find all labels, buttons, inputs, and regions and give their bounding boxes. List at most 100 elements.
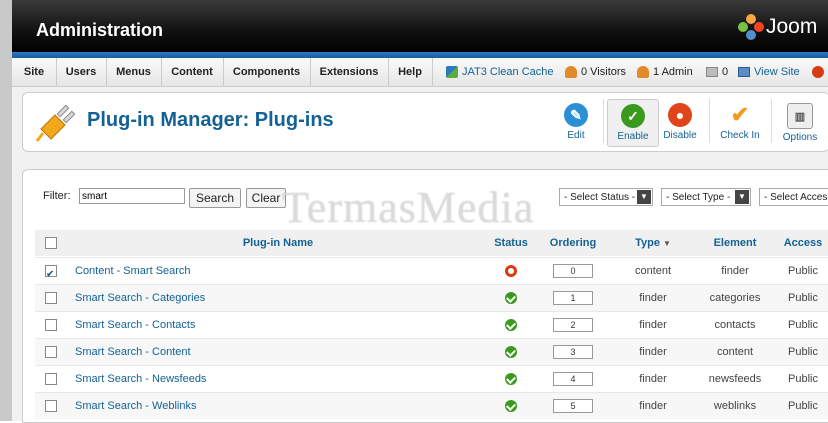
row-checkbox[interactable] xyxy=(45,373,57,386)
plugin-name-link[interactable]: Smart Search - Categories xyxy=(67,284,489,311)
row-checkbox-cell xyxy=(35,257,67,288)
select-all-cell xyxy=(35,230,68,256)
access-cell: Public xyxy=(777,338,828,365)
row-checkbox[interactable] xyxy=(45,262,57,288)
menu-menus[interactable]: Menus xyxy=(106,58,162,86)
status-cell xyxy=(489,338,533,365)
disable-button[interactable]: ● Disable xyxy=(655,99,705,145)
checkmark-icon: ✔ xyxy=(730,102,750,127)
page-title: Plug-in Manager: Plug-ins xyxy=(87,109,334,131)
menu-users[interactable]: Users xyxy=(56,58,107,86)
table-row: Smart Search - Newsfeeds 4 finder newsfeeds… xyxy=(35,365,828,391)
col-element[interactable]: Element xyxy=(693,230,778,256)
status-select[interactable]: - Select Status - ▼ xyxy=(559,188,653,206)
row-checkbox[interactable] xyxy=(45,346,57,359)
logout-link[interactable] xyxy=(812,58,828,86)
plugin-icon xyxy=(35,104,76,142)
options-icon: ▥ xyxy=(787,103,813,129)
disable-label: Disable xyxy=(663,130,697,141)
search-button[interactable]: Search xyxy=(189,188,241,208)
ordering-input[interactable]: 3 xyxy=(553,345,593,360)
access-cell: Public xyxy=(777,284,828,311)
plugin-name-link[interactable]: Smart Search - Newsfeeds xyxy=(67,365,489,392)
menu-components[interactable]: Components xyxy=(223,58,311,86)
type-select[interactable]: - Select Type - ▼ xyxy=(661,188,751,206)
check-in-button[interactable]: ✔ Check In xyxy=(715,99,765,145)
ordering-input[interactable]: 5 xyxy=(553,399,593,414)
menu-content[interactable]: Content xyxy=(161,58,224,86)
enabled-status-icon[interactable] xyxy=(505,319,517,332)
type-cell: content xyxy=(613,257,693,284)
header-title: Administration xyxy=(36,20,164,40)
options-button[interactable]: ▥ Options xyxy=(775,99,825,145)
toolbar-divider xyxy=(709,99,710,143)
element-cell: content xyxy=(693,338,777,365)
status-cell xyxy=(489,311,533,338)
element-cell: finder xyxy=(693,257,777,284)
row-checkbox[interactable] xyxy=(45,292,57,305)
access-cell: Public xyxy=(777,311,828,338)
clear-button[interactable]: Clear xyxy=(246,188,286,208)
filter-search-input[interactable] xyxy=(79,188,185,204)
enabled-status-icon[interactable] xyxy=(505,400,517,413)
col-access[interactable]: Access xyxy=(777,230,828,256)
mail-icon xyxy=(706,67,718,77)
table-row: Smart Search - Contacts 2 finder contacts Pu… xyxy=(35,311,828,337)
ordering-input[interactable]: 1 xyxy=(553,291,593,306)
enabled-status-icon[interactable] xyxy=(505,292,517,305)
ordering-cell: 3 xyxy=(533,338,613,365)
admin-header: Administration Joom xyxy=(12,0,828,52)
status-select-value: - Select Status - xyxy=(564,191,636,203)
enable-button[interactable]: ✓ Enable xyxy=(607,99,659,147)
select-all-checkbox[interactable] xyxy=(45,237,57,250)
ordering-input[interactable]: 2 xyxy=(553,318,593,333)
ordering-input[interactable]: 0 xyxy=(553,264,593,279)
plugin-name-link[interactable]: Smart Search - Contacts xyxy=(67,311,489,338)
edit-label: Edit xyxy=(567,130,585,141)
access-select[interactable]: - Select Access - xyxy=(759,188,828,206)
status-cell xyxy=(489,284,533,311)
edit-button[interactable]: ✎ Edit xyxy=(551,99,601,145)
users-icon xyxy=(565,66,577,78)
row-checkbox[interactable] xyxy=(45,319,57,332)
enabled-status-icon[interactable] xyxy=(505,373,517,386)
messages-status[interactable]: 0 xyxy=(706,58,728,86)
col-type[interactable]: Type ▼ xyxy=(613,230,694,256)
enabled-status-icon[interactable] xyxy=(505,346,517,359)
col-ordering[interactable]: Ordering xyxy=(533,230,614,256)
admin-user-icon xyxy=(637,66,649,78)
check-in-label: Check In xyxy=(720,130,760,141)
chevron-down-icon: ▼ xyxy=(637,190,651,204)
check-icon: ✓ xyxy=(621,104,645,128)
element-cell: categories xyxy=(693,284,777,311)
filter-label: Filter: xyxy=(43,190,71,202)
disabled-status-icon[interactable] xyxy=(505,265,517,278)
row-checkbox-cell xyxy=(35,338,67,365)
plugin-name-link[interactable]: Content - Smart Search xyxy=(67,257,489,284)
admins-label: 1 Admin xyxy=(653,66,693,78)
clean-cache-link[interactable]: JAT3 Clean Cache xyxy=(446,58,554,86)
access-cell: Public xyxy=(777,365,828,392)
ordering-input[interactable]: 4 xyxy=(553,372,593,387)
chevron-down-icon: ▼ xyxy=(735,190,749,204)
status-cell xyxy=(489,365,533,392)
view-site-link[interactable]: View Site xyxy=(738,58,800,86)
view-site-label: View Site xyxy=(754,66,800,78)
plugin-name-link[interactable]: Smart Search - Weblinks xyxy=(67,392,489,419)
joomla-logo-icon xyxy=(738,14,764,40)
menu-extensions[interactable]: Extensions xyxy=(310,58,389,86)
admins-status: 1 Admin xyxy=(637,58,693,86)
admin-frame: Administration Joom Site Users Menus Con… xyxy=(12,0,828,423)
row-checkbox-cell xyxy=(35,311,67,338)
type-cell: finder xyxy=(613,365,693,392)
plugin-name-link[interactable]: Smart Search - Content xyxy=(67,338,489,365)
table-row: Content - Smart Search 0 contentfinderPubl… xyxy=(35,257,828,288)
row-checkbox[interactable] xyxy=(45,400,57,413)
menu-help[interactable]: Help xyxy=(388,58,433,86)
ordering-cell: 0 xyxy=(533,257,613,284)
col-plugin-name[interactable]: Plug-in Name xyxy=(67,230,490,256)
col-status[interactable]: Status xyxy=(489,230,534,256)
menu-site[interactable]: Site xyxy=(12,58,57,86)
options-label: Options xyxy=(782,132,818,143)
type-cell: finder xyxy=(613,338,693,365)
